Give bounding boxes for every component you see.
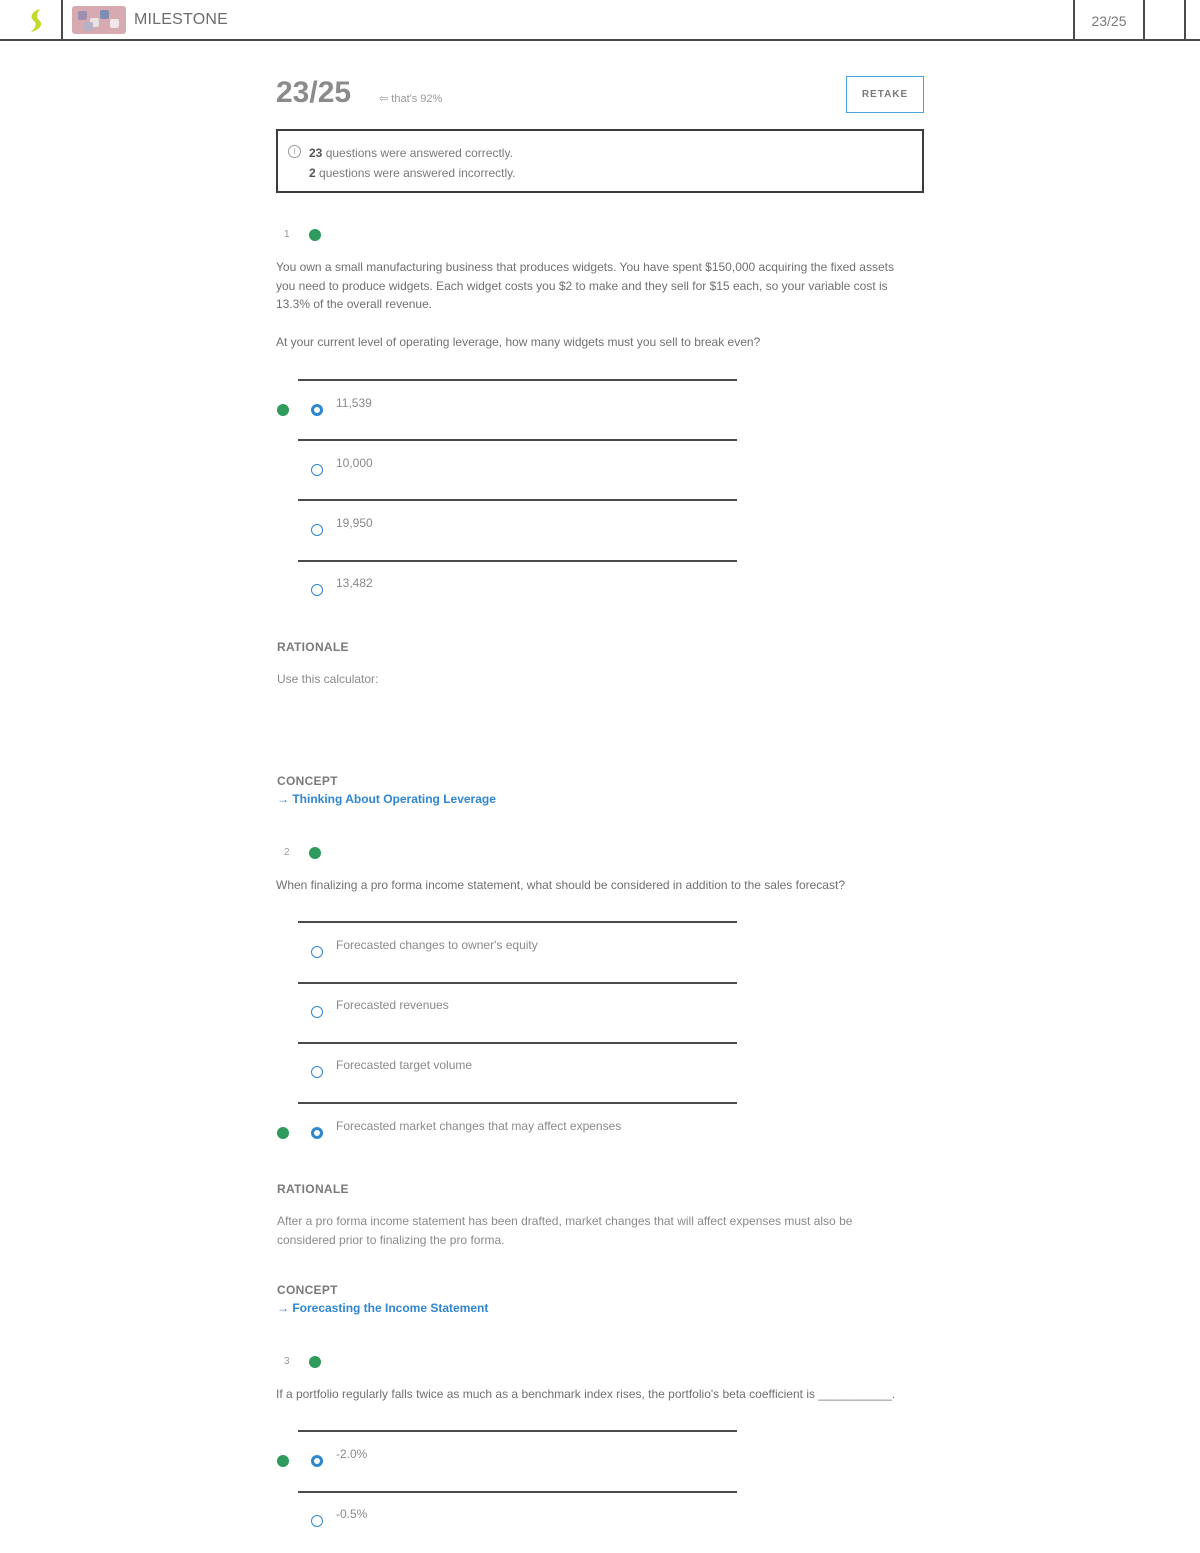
course-thumbnail [72, 6, 126, 34]
sophia-logo-icon [31, 9, 42, 32]
question-stem: You own a small manufacturing business t… [276, 260, 894, 311]
option-divider [298, 921, 737, 923]
score-percent-link[interactable]: ⇦ that's 92% [379, 92, 442, 105]
option-divider [298, 379, 737, 381]
option-divider [298, 439, 737, 441]
rationale-label: RATIONALE [277, 1182, 349, 1196]
correct-answer-check-icon [277, 1455, 289, 1467]
rationale-label: RATIONALE [277, 640, 349, 654]
radio-selected-icon[interactable] [311, 1455, 323, 1467]
option-divider [298, 982, 737, 984]
rationale-text: After a pro forma income statement has b… [277, 1214, 853, 1247]
correct-status-icon [309, 847, 321, 859]
incorrect-summary: 2 questions were answered incorrectly. [309, 166, 516, 180]
concept-link[interactable]: → Thinking About Operating Leverage [277, 792, 496, 806]
concept-label: CONCEPT [277, 1283, 338, 1297]
radio-icon[interactable] [311, 1515, 323, 1527]
answer-option[interactable]: Forecasted market changes that may affec… [336, 1119, 621, 1133]
radio-icon[interactable] [311, 1006, 323, 1018]
answer-option[interactable]: -2.0% [336, 1447, 367, 1461]
header-divider [1184, 0, 1186, 41]
header-score: 23/25 [1091, 13, 1127, 29]
answer-option[interactable]: 19,950 [336, 516, 373, 530]
option-divider [298, 1491, 737, 1493]
page-brand: MILESTONE [134, 11, 228, 28]
concept-link[interactable]: → Forecasting the Income Statement [277, 1301, 488, 1315]
radio-icon[interactable] [311, 1066, 323, 1078]
answer-option[interactable]: 10,000 [336, 456, 373, 470]
correct-summary: 23 questions were answered correctly. [309, 146, 513, 160]
retake-button[interactable]: RETAKE [846, 76, 924, 113]
score-title: 23/25 [276, 76, 352, 109]
radio-icon[interactable] [311, 584, 323, 596]
option-divider [298, 560, 737, 562]
question-number: 3 [284, 1356, 290, 1367]
share-icon: ⇦ [379, 93, 389, 105]
rationale-text: Use this calculator: [277, 672, 379, 686]
answer-option[interactable]: Forecasted target volume [336, 1058, 472, 1072]
correct-status-icon [309, 1356, 321, 1368]
radio-selected-icon[interactable] [311, 404, 323, 416]
answer-option[interactable]: 13,482 [336, 576, 373, 590]
question-number: 1 [284, 229, 290, 240]
header-divider [1143, 0, 1145, 41]
results-summary-box: i 23 questions were answered correctly. … [276, 129, 924, 193]
question-prompt: At your current level of operating lever… [276, 335, 761, 349]
question-prompt: If a portfolio regularly falls twice as … [276, 1387, 896, 1401]
header-divider [61, 0, 63, 41]
radio-icon[interactable] [311, 524, 323, 536]
correct-answer-check-icon [277, 404, 289, 416]
radio-selected-icon[interactable] [311, 1127, 323, 1139]
concept-label: CONCEPT [277, 774, 338, 788]
question-number: 2 [284, 847, 290, 858]
option-divider [298, 1042, 737, 1044]
answer-option[interactable]: -0.5% [336, 1507, 367, 1521]
correct-answer-check-icon [277, 1127, 289, 1139]
option-divider [298, 1430, 737, 1432]
option-divider [298, 1102, 737, 1104]
radio-icon[interactable] [311, 464, 323, 476]
answer-option[interactable]: 11,539 [336, 396, 372, 410]
info-icon: i [288, 145, 301, 158]
answer-option[interactable]: Forecasted changes to owner's equity [336, 938, 538, 952]
top-bar: MILESTONE 23/25 [0, 0, 1200, 41]
option-divider [298, 499, 737, 501]
radio-icon[interactable] [311, 946, 323, 958]
answer-option[interactable]: Forecasted revenues [336, 998, 449, 1012]
correct-status-icon [309, 229, 321, 241]
question-prompt: When finalizing a pro forma income state… [276, 878, 845, 892]
